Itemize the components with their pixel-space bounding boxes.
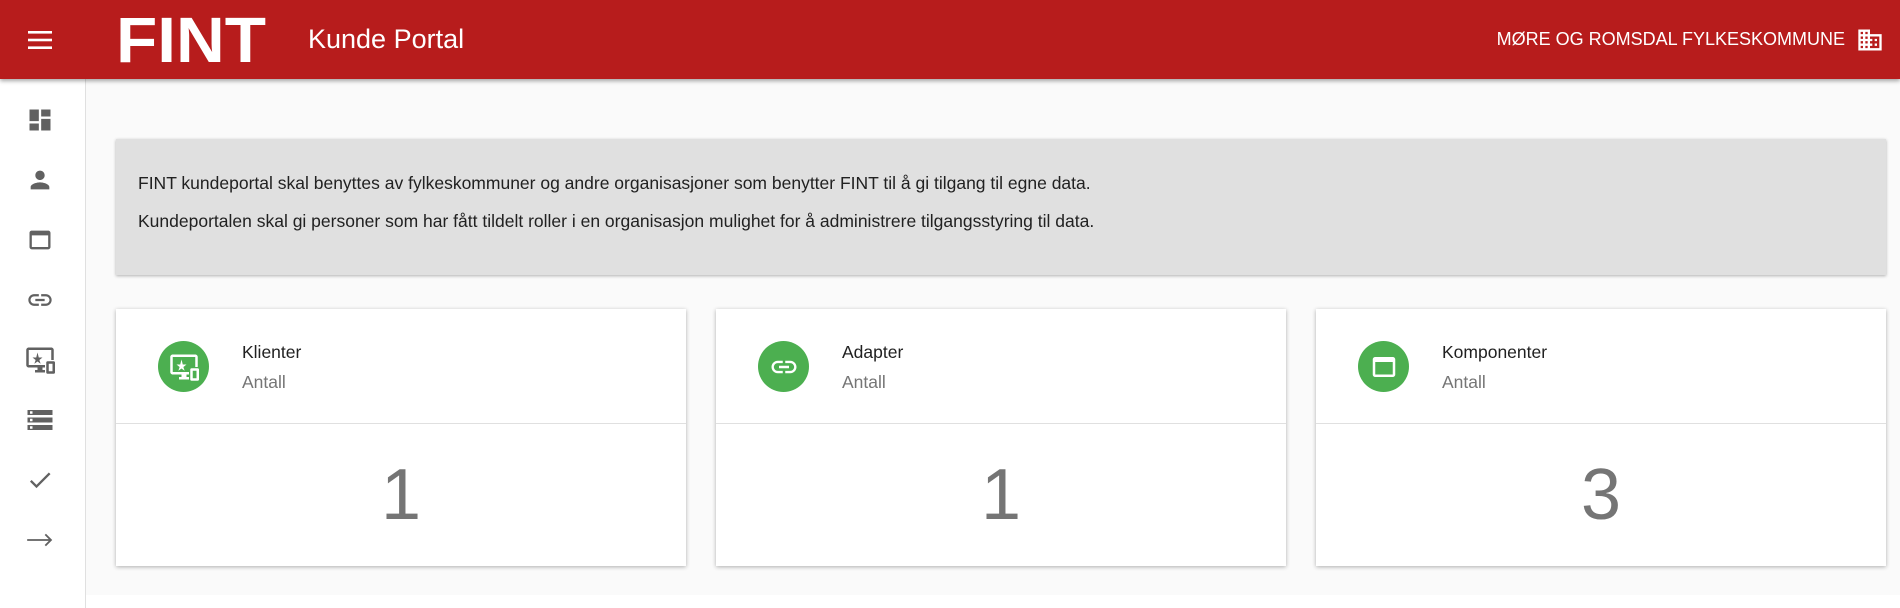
menu-icon[interactable] — [22, 25, 58, 55]
person-icon — [30, 170, 50, 190]
sidebar-item-adapters[interactable] — [22, 282, 58, 318]
intro-panel: FINT kundeportal skal benyttes av fylkes… — [116, 139, 1886, 275]
top-app-bar: FINT Kunde Portal MØRE OG ROMSDAL FYLKES… — [0, 0, 1900, 79]
main-content: FINT kundeportal skal benyttes av fylkes… — [86, 79, 1900, 595]
sidebar — [0, 79, 86, 608]
clients-card[interactable]: Klienter Antall 1 — [116, 309, 686, 566]
card-title: Klienter — [242, 342, 302, 362]
storage-list-icon — [27, 410, 53, 430]
card-header: Komponenter Antall — [1316, 309, 1886, 424]
fint-logo[interactable]: FINT — [116, 4, 268, 76]
link-icon — [28, 294, 52, 306]
client-screen-icon — [158, 341, 209, 392]
window-icon — [1358, 341, 1409, 392]
card-header: Klienter Antall — [116, 309, 686, 424]
card-subtitle: Antall — [1442, 372, 1486, 392]
window-icon — [29, 230, 51, 250]
arrow-right-icon — [27, 533, 53, 547]
screen-star-icon — [26, 347, 55, 374]
dashboard-icon — [29, 109, 51, 131]
intro-text-line-2: Kundeportalen skal gi personer som har f… — [138, 211, 1095, 231]
card-subtitle: Antall — [842, 372, 886, 392]
components-card[interactable]: Komponenter Antall 3 — [1316, 309, 1886, 566]
intro-text-line-1: FINT kundeportal skal benyttes av fylkes… — [138, 173, 1091, 193]
organization-name[interactable]: MØRE OG ROMSDAL FYLKESKOMMUNE — [1497, 29, 1845, 49]
sidebar-item-contacts[interactable] — [22, 162, 58, 198]
card-title: Komponenter — [1442, 342, 1548, 362]
app-title: Kunde Portal — [308, 24, 465, 54]
sidebar-item-tests[interactable] — [22, 462, 58, 498]
card-title: Adapter — [842, 342, 904, 362]
adapters-card[interactable]: Adapter Antall 1 — [716, 309, 1286, 566]
card-count: 3 — [1580, 455, 1622, 535]
building-icon[interactable] — [1856, 26, 1884, 54]
sidebar-item-components[interactable] — [22, 222, 58, 258]
card-count: 1 — [980, 455, 1022, 535]
sidebar-item-logout[interactable] — [22, 522, 58, 558]
sidebar-item-clients[interactable] — [22, 342, 58, 378]
sidebar-item-assets[interactable] — [22, 402, 58, 438]
card-subtitle: Antall — [242, 372, 286, 392]
link-icon — [758, 341, 809, 392]
card-header: Adapter Antall — [716, 309, 1286, 424]
sidebar-item-dashboard[interactable] — [22, 102, 58, 138]
svg-text:FINT: FINT — [116, 12, 266, 66]
check-icon — [29, 472, 51, 489]
card-count: 1 — [380, 455, 422, 535]
